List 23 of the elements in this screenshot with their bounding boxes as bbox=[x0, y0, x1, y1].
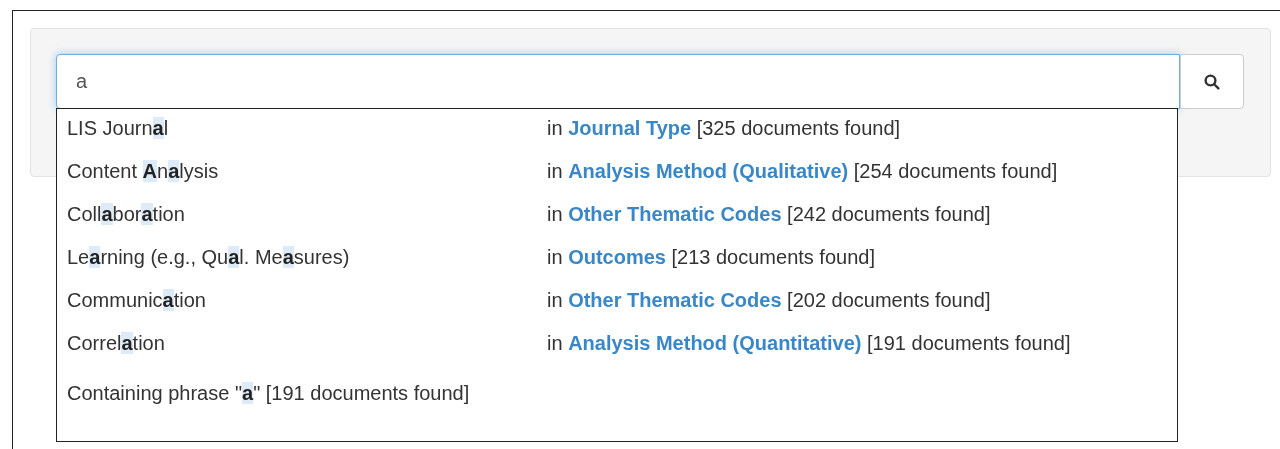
suggestion-item[interactable]: Collaboration in Other Thematic Codes [242 documents found] bbox=[57, 203, 1177, 246]
suggestion-category: in Other Thematic Codes [242 documents found] bbox=[547, 203, 991, 227]
suggestion-label: Collaboration bbox=[67, 203, 186, 227]
suggestion-category: in Journal Type [325 documents found] bbox=[547, 117, 901, 141]
search-field[interactable]: a bbox=[56, 54, 1180, 109]
suggestion-label: Communication bbox=[67, 289, 207, 313]
suggestion-item[interactable]: Correlation in Analysis Method (Quantitative) [191 documents found] bbox=[57, 332, 1177, 375]
suggestion-label: Correlation bbox=[67, 332, 166, 356]
search-button[interactable] bbox=[1180, 54, 1244, 109]
suggestion-item[interactable]: Learning (e.g., Qual. Measures) in Outcomes [213 documents found] bbox=[57, 246, 1177, 289]
suggestion-category: in Outcomes [213 documents found] bbox=[547, 246, 875, 270]
suggestion-category: in Analysis Method (Quantitative) [191 documents found] bbox=[547, 332, 1071, 356]
suggestion-category: in Analysis Method (Qualitative) [254 documents found] bbox=[547, 160, 1058, 184]
suggestion-item[interactable]: Communication in Other Thematic Codes [202 documents found] bbox=[57, 289, 1177, 332]
suggestion-item[interactable]: Content Analysis in Analysis Method (Qualitative) [254 documents found] bbox=[57, 160, 1177, 203]
phrase-suggestion[interactable]: Containing phrase "a" [191 documents found] bbox=[57, 375, 1177, 405]
suggestion-label: LIS Journal bbox=[67, 117, 170, 141]
suggestion-item[interactable]: LIS Journal in Journal Type [325 documents found] bbox=[57, 117, 1177, 160]
suggestion-label: Learning (e.g., Qual. Measures) bbox=[67, 246, 351, 270]
search-icon bbox=[1203, 72, 1221, 91]
suggestion-label: Content Analysis bbox=[67, 160, 220, 184]
phrase-text: Containing phrase "a" [191 documents found] bbox=[67, 382, 470, 404]
suggestion-category: in Other Thematic Codes [202 documents found] bbox=[547, 289, 991, 313]
